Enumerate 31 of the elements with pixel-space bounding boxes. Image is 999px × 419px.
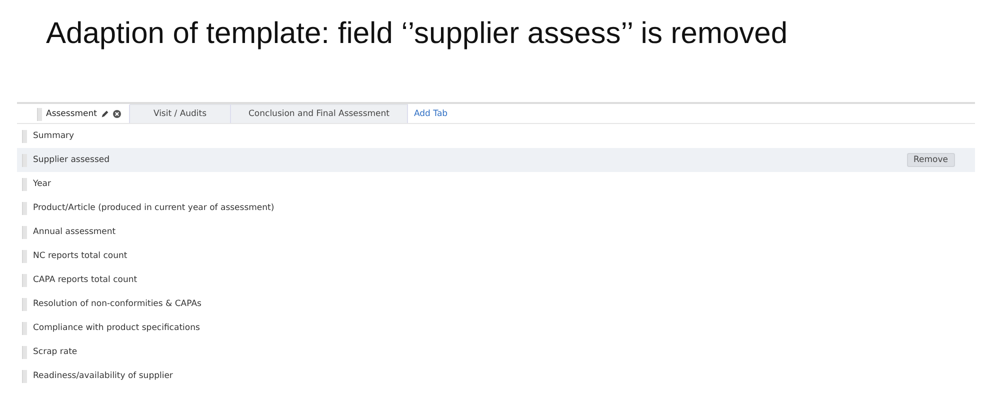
field-label: Year xyxy=(33,179,51,189)
tab[interactable]: Visit / Audits xyxy=(130,104,231,123)
drag-handle-icon[interactable] xyxy=(22,298,27,310)
pencil-icon[interactable] xyxy=(101,110,109,118)
drag-handle-icon[interactable] xyxy=(22,322,27,334)
drag-handle-icon[interactable] xyxy=(22,178,27,190)
field-label: Compliance with product specifications xyxy=(33,323,200,333)
field-label: NC reports total count xyxy=(33,251,128,261)
drag-handle-icon[interactable] xyxy=(22,154,27,166)
slide-title: Adaption of template: field ‘’supplier assess’’ is removed xyxy=(46,16,789,52)
tab[interactable]: Conclusion and Final Assessment xyxy=(231,104,408,123)
field-label: CAPA reports total count xyxy=(33,275,138,285)
close-icon[interactable] xyxy=(113,110,121,118)
field-label: Product/Article (produced in current year of assessment) xyxy=(33,203,274,213)
drag-handle-icon[interactable] xyxy=(22,226,27,238)
drag-handle-icon[interactable] xyxy=(22,274,27,286)
drag-handle-icon[interactable] xyxy=(22,250,27,262)
drag-handle-icon[interactable] xyxy=(37,108,42,120)
drag-handle-icon[interactable] xyxy=(22,370,27,382)
drag-handle-icon[interactable] xyxy=(22,130,27,142)
drag-handle-icon[interactable] xyxy=(22,346,27,358)
drag-handle-icon[interactable] xyxy=(22,202,27,214)
field-row[interactable]: Supplier assessed Remove xyxy=(17,148,975,172)
field-label: Readiness/availability of supplier xyxy=(33,371,173,381)
field-label: Summary xyxy=(33,131,74,141)
field-label: Supplier assessed xyxy=(33,155,110,165)
field-label: Resolution of non-conformities & CAPAs xyxy=(33,299,202,309)
field-label: Annual assessment xyxy=(33,227,116,237)
remove-button[interactable]: Remove xyxy=(906,153,955,167)
add-tab-link[interactable]: Add Tab xyxy=(408,104,454,123)
field-label: Scrap rate xyxy=(33,347,78,357)
